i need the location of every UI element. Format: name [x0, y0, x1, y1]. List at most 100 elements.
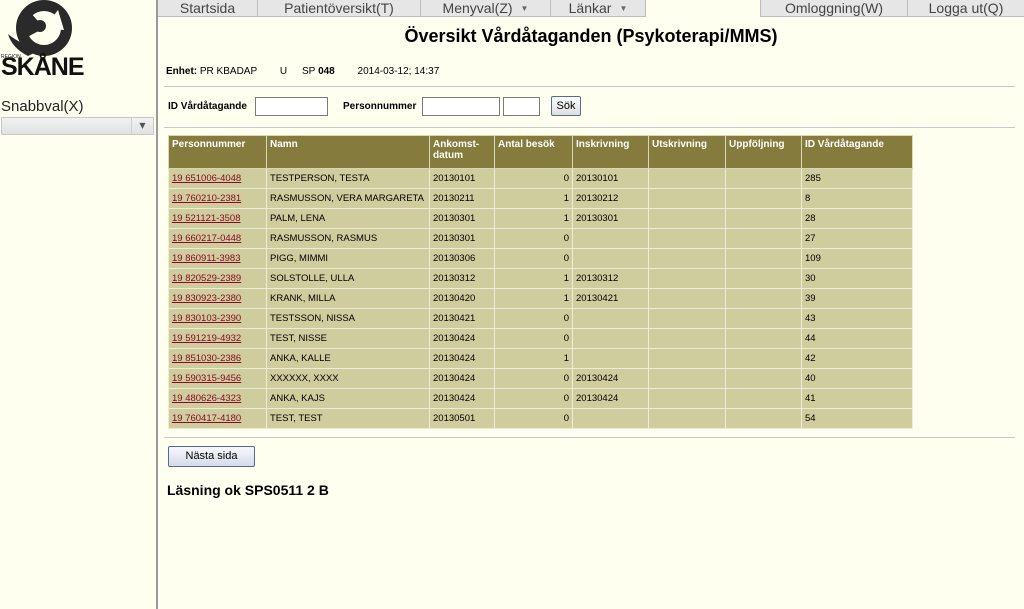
cell-id-vardatagande: 44	[801, 328, 913, 349]
cell-text: 1	[563, 193, 569, 204]
sp-info: SP 048	[302, 66, 335, 77]
nav-startsida[interactable]: Startsida	[158, 0, 258, 17]
nav-patientoversikt[interactable]: Patientöversikt(T)	[258, 0, 421, 17]
personnummer-label: Personnummer	[343, 101, 417, 112]
cell-ankomstdatum: 20130421	[429, 308, 495, 329]
cell-personnummer: 19 480626-4323	[168, 388, 267, 409]
col-personnummer[interactable]: Personnummer	[168, 135, 267, 169]
col-id-vardatagande[interactable]: ID Vårdåtagande	[801, 135, 913, 169]
cell-text: KRANK, MILLA	[270, 293, 336, 304]
cell-utskrivning	[648, 348, 726, 369]
cell-inskrivning: 20130312	[572, 268, 649, 289]
col-antal-besok[interactable]: Antal besök	[494, 135, 573, 169]
cell-text: 0	[563, 313, 569, 324]
cell-text: PIGG, MIMMI	[270, 253, 329, 264]
cell-namn: TEST, TEST	[266, 408, 430, 429]
next-page-button[interactable]: Nästa sida	[168, 446, 255, 467]
cell-antal-besok: 0	[494, 408, 573, 429]
personnummer-link[interactable]: 19 591219-4932	[172, 333, 241, 344]
cell-personnummer: 19 851030-2386	[168, 348, 267, 369]
personnummer-input[interactable]	[422, 97, 500, 116]
nav-logga-ut[interactable]: Logga ut(Q)	[908, 0, 1024, 17]
cell-inskrivning: 20130421	[572, 288, 649, 309]
cell-ankomstdatum: 20130101	[429, 168, 495, 189]
cell-text: 20130424	[433, 373, 476, 384]
cell-personnummer: 19 590315-9456	[168, 368, 267, 389]
personnummer-link[interactable]: 19 830103-2390	[172, 313, 241, 324]
personnummer-link[interactable]: 19 760417-4180	[172, 413, 241, 424]
personnummer-link[interactable]: 19 660217-0448	[172, 233, 241, 244]
cell-text: ANKA, KALLE	[270, 353, 331, 364]
caret-down-icon: ▼	[619, 4, 628, 13]
cell-id-vardatagande: 39	[801, 288, 913, 309]
cell-antal-besok: 0	[494, 228, 573, 249]
nav-startsida-label: Startsida	[179, 0, 236, 16]
personnummer-link[interactable]: 19 480626-4323	[172, 393, 241, 404]
cell-antal-besok: 1	[494, 288, 573, 309]
cell-uppfoljning	[725, 368, 802, 389]
cell-inskrivning: 20130424	[572, 368, 649, 389]
col-namn[interactable]: Namn	[266, 135, 430, 169]
cell-text: 20130101	[433, 173, 476, 184]
table-body: 19 651006-4048 TESTPERSON, TESTA 20130101 0…	[168, 168, 913, 429]
cell-namn: TEST, NISSE	[266, 328, 430, 349]
cell-text: TESTSSON, NISSA	[270, 313, 355, 324]
cell-text: TEST, TEST	[270, 413, 323, 424]
cell-personnummer: 19 660217-0448	[168, 228, 267, 249]
cell-text: 20130306	[433, 253, 476, 264]
cell-text: 20130424	[433, 333, 476, 344]
personnummer-link[interactable]: 19 851030-2386	[172, 353, 241, 364]
cell-uppfoljning	[725, 328, 802, 349]
col-utskrivning[interactable]: Utskrivning	[648, 135, 726, 169]
table-row: 19 660217-0448 RASMUSSON, RASMUS 20130301 0…	[168, 228, 913, 249]
cell-id-vardatagande: 42	[801, 348, 913, 369]
nav-patientoversikt-label: Patientöversikt(T)	[284, 0, 394, 16]
nav-lankar-label: Länkar	[568, 0, 612, 16]
nav-spacer	[646, 0, 760, 17]
cell-namn: PALM, LENA	[266, 208, 430, 229]
cell-antal-besok: 0	[494, 388, 573, 409]
cell-uppfoljning	[725, 288, 802, 309]
snabbval-select[interactable]: ▼	[1, 117, 154, 135]
cell-utskrivning	[648, 288, 726, 309]
search-button[interactable]: Sök	[551, 96, 581, 116]
id-vardatagande-input[interactable]	[255, 97, 328, 116]
personnummer-link[interactable]: 19 521121-3508	[172, 213, 241, 224]
cell-antal-besok: 1	[494, 188, 573, 209]
personnummer-link[interactable]: 19 820529-2389	[172, 273, 241, 284]
cell-namn: TESTPERSON, TESTA	[266, 168, 430, 189]
cell-id-vardatagande: 285	[801, 168, 913, 189]
nav-menyval[interactable]: Menyval(Z) ▼	[421, 0, 551, 17]
cell-ankomstdatum: 20130306	[429, 248, 495, 269]
cell-utskrivning	[648, 208, 726, 229]
nav-menyval-label: Menyval(Z)	[442, 0, 513, 16]
nav-lankar[interactable]: Länkar ▼	[551, 0, 646, 17]
cell-id-vardatagande: 54	[801, 408, 913, 429]
personnummer-link[interactable]: 19 590315-9456	[172, 373, 241, 384]
id-vardatagande-label: ID Vårdåtagande	[168, 101, 247, 112]
personnummer-link[interactable]: 19 651006-4048	[172, 173, 241, 184]
table-row: 19 480626-4323 ANKA, KAJS 20130424 0 2013042…	[168, 388, 913, 409]
col-inskrivning[interactable]: Inskrivning	[572, 135, 649, 169]
cell-personnummer: 19 830923-2380	[168, 288, 267, 309]
personnummer-suffix-input[interactable]	[503, 97, 540, 116]
col-ankomstdatum[interactable]: Ankomst-datum	[429, 135, 495, 169]
personnummer-link[interactable]: 19 830923-2380	[172, 293, 241, 304]
cell-personnummer: 19 760417-4180	[168, 408, 267, 429]
cell-namn: ANKA, KALLE	[266, 348, 430, 369]
personnummer-link[interactable]: 19 760210-2381	[172, 193, 241, 204]
cell-namn: RASMUSSON, VERA MARGARETA	[266, 188, 430, 209]
personnummer-link[interactable]: 19 860911-3983	[172, 253, 241, 264]
cell-ankomstdatum: 20130424	[429, 388, 495, 409]
cell-text: 27	[805, 233, 816, 244]
table-row: 19 820529-2389 SOLSTOLLE, ULLA 20130312 1 20…	[168, 268, 913, 289]
cell-utskrivning	[648, 188, 726, 209]
col-uppfoljning[interactable]: Uppföljning	[725, 135, 802, 169]
cell-uppfoljning	[725, 188, 802, 209]
cell-utskrivning	[648, 268, 726, 289]
cell-namn: ANKA, KAJS	[266, 388, 430, 409]
nav-omloggning[interactable]: Omloggning(W)	[760, 0, 908, 17]
cell-text: RASMUSSON, RASMUS	[270, 233, 378, 244]
chevron-down-icon[interactable]: ▼	[131, 118, 153, 134]
cell-text: 109	[805, 253, 821, 264]
